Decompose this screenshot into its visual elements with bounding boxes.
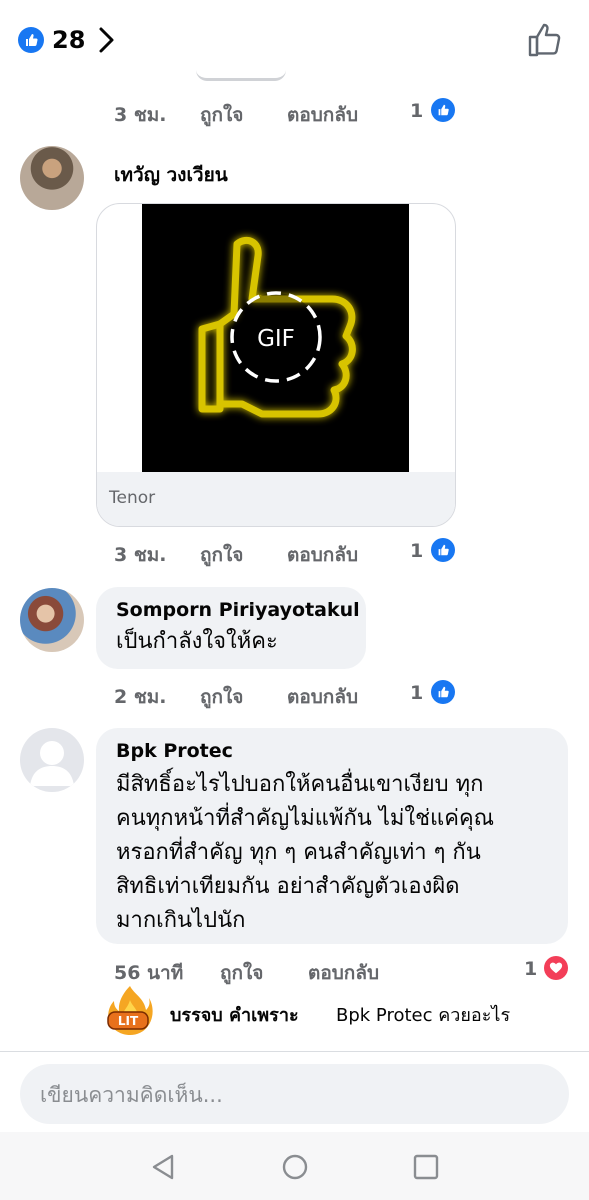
comment-text-line: สิทธิเท่าเทียมกัน อย่าสำคัญตัวเองผิด: [116, 874, 460, 899]
gif-footer: Tenor: [97, 472, 455, 526]
like-link[interactable]: ถูกใจ: [200, 682, 243, 712]
previous-comment-bubble-edge: [196, 70, 286, 81]
gif-label: GIF: [257, 326, 295, 352]
comment-actions: 3 ชม. ถูกใจ ตอบกลับ: [114, 100, 414, 132]
commenter-name[interactable]: Somporn Piriyayotakul: [116, 599, 360, 621]
comment-time: 2 ชม.: [114, 686, 167, 708]
reply-link[interactable]: ตอบกลับ: [287, 100, 358, 130]
reply-preview[interactable]: LIT บรรจบ คำเพราะ Bpk Protec ควยอะไร: [104, 984, 584, 1035]
comment-text: เป็นกำลังใจให้คะ: [116, 629, 278, 654]
like-link[interactable]: ถูกใจ: [200, 540, 243, 570]
comment-actions: 3 ชม. ถูกใจ ตอบกลับ: [114, 540, 414, 572]
avatar[interactable]: [20, 146, 84, 210]
like-reaction-icon[interactable]: [431, 538, 455, 562]
commenter-name[interactable]: Bpk Protec: [116, 740, 233, 762]
comment-bubble: Bpk Protec มีสิทธิ์อะไรไปบอกให้คนอื่นเขา…: [96, 728, 568, 944]
reaction-count[interactable]: 28: [52, 26, 85, 54]
comment-input[interactable]: [38, 1078, 542, 1112]
comment-text-line: หรอกที่สำคัญ ทุก ๆ คนสำคัญเท่า ๆ กัน: [116, 840, 481, 865]
comment-reaction-count: 1: [410, 100, 424, 122]
reply-text: Bpk Protec ควยอะไร: [336, 1005, 511, 1026]
love-reaction-icon[interactable]: [544, 956, 568, 980]
comment-text-line: คนทุกหน้าที่สำคัญไม่แพ้กัน ไม่ใช่แค่คุณ: [116, 806, 495, 831]
comment-reaction-count: 1: [524, 958, 538, 980]
reactions-header: 28: [0, 0, 589, 80]
system-navigation-bar: [0, 1132, 589, 1200]
comment-text-line: มากเกินไปนัก: [116, 908, 246, 933]
like-reaction-icon[interactable]: [431, 98, 455, 122]
like-icon: [18, 27, 44, 53]
reply-link[interactable]: ตอบกลับ: [287, 682, 358, 712]
comment-bubble: Somporn Piriyayotakul เป็นกำลังใจให้คะ: [96, 587, 366, 669]
chevron-right-icon[interactable]: [96, 24, 118, 56]
comment-reaction-count: 1: [410, 540, 424, 562]
lit-fire-badge-icon: LIT: [107, 986, 153, 1035]
comment-time: 3 ชม.: [114, 104, 167, 126]
reply-link[interactable]: ตอบกลับ: [287, 540, 358, 570]
commenter-name[interactable]: เทวัญ วงเวียน: [114, 160, 228, 190]
comment-text-line: มีสิทธิ์อะไรไปบอกให้คนอื่นเขาเงียบ ทุก: [116, 772, 484, 797]
comment-reaction-count: 1: [410, 682, 424, 704]
lit-badge-text: LIT: [118, 1014, 139, 1028]
like-link[interactable]: ถูกใจ: [200, 100, 243, 130]
comment-time: 3 ชม.: [114, 544, 167, 566]
reply-author-name[interactable]: บรรจบ คำเพราะ: [170, 1000, 299, 1029]
comment-actions: 2 ชม. ถูกใจ ตอบกลับ: [114, 682, 414, 714]
like-reaction-icon[interactable]: [431, 680, 455, 704]
recents-icon[interactable]: [411, 1152, 441, 1182]
default-avatar[interactable]: [20, 728, 84, 792]
thumbs-up-outline-icon[interactable]: [526, 20, 566, 60]
home-icon[interactable]: [280, 1152, 310, 1182]
avatar[interactable]: [20, 588, 84, 652]
gif-thumbs-up-image[interactable]: GIF: [142, 204, 409, 472]
composer-divider: [0, 1051, 589, 1052]
gif-attachment[interactable]: GIF Tenor: [96, 203, 456, 527]
back-icon[interactable]: [148, 1152, 178, 1182]
gif-source: Tenor: [109, 488, 156, 508]
comment-composer[interactable]: [20, 1064, 569, 1124]
